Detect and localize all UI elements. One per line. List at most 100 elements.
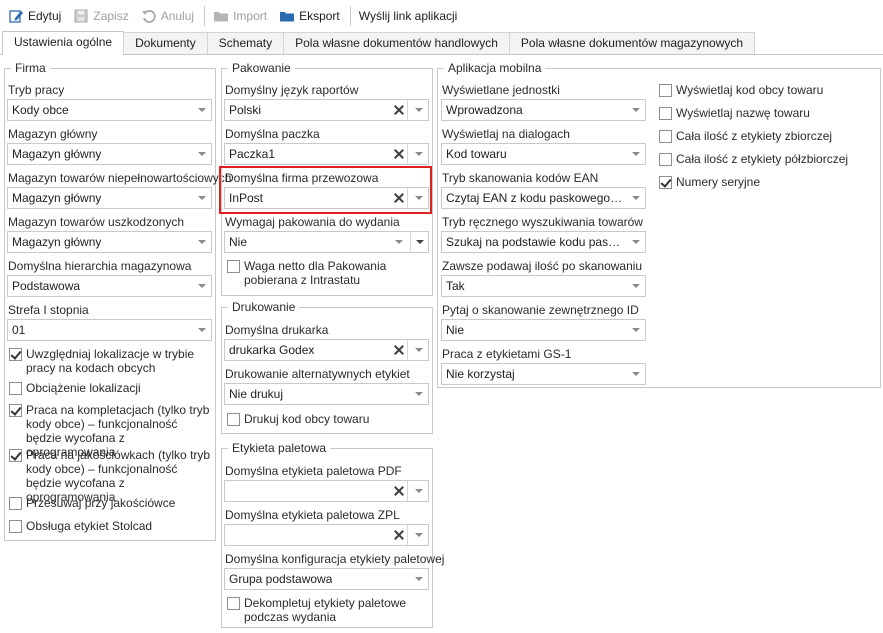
quantity-select[interactable]: Tak xyxy=(441,275,646,297)
chevron-down-icon[interactable] xyxy=(410,188,428,208)
ean-mode-select[interactable]: Czytaj EAN z kodu paskowego, kod... xyxy=(441,187,646,209)
send-link-button[interactable]: Wyślij link aplikacji xyxy=(357,4,462,28)
work-mode-select[interactable]: Kody obce xyxy=(7,99,212,121)
chevron-down-icon[interactable] xyxy=(193,320,211,340)
location-load-checkbox[interactable]: Obciążenie lokalizacji xyxy=(9,381,214,395)
checkbox-box[interactable] xyxy=(9,382,22,395)
chevron-down-icon[interactable] xyxy=(410,481,428,501)
save-icon xyxy=(73,8,89,24)
save-button[interactable]: Zapisz xyxy=(71,4,132,28)
chevron-down-icon[interactable] xyxy=(627,144,645,164)
chevron-down-icon[interactable] xyxy=(627,188,645,208)
semi-collective-label-checkbox[interactable]: Cała ilość z etykiety półzbiorczej xyxy=(659,152,877,166)
cancel-button[interactable]: Anuluj xyxy=(139,4,198,28)
pallet-zpl-select[interactable] xyxy=(224,524,429,546)
pallet-pdf-select[interactable] xyxy=(224,480,429,502)
net-weight-checkbox[interactable]: Waga netto dla Pakowania pobierana z Int… xyxy=(227,259,430,287)
collective-label-checkbox[interactable]: Cała ilość z etykiety zbiorczej xyxy=(659,129,877,143)
default-package-select[interactable]: Paczka1 xyxy=(224,143,429,165)
chevron-down-icon[interactable] xyxy=(193,276,211,296)
checkbox-box[interactable] xyxy=(9,348,22,361)
checkbox-box[interactable] xyxy=(659,176,672,189)
clear-icon[interactable] xyxy=(390,340,408,360)
chevron-down-icon[interactable] xyxy=(627,320,645,340)
chevron-down-icon[interactable] xyxy=(410,144,428,164)
toolbar-separator xyxy=(204,6,206,26)
checkbox-box[interactable] xyxy=(9,520,22,533)
units-select[interactable]: Wprowadzona xyxy=(441,99,646,121)
show-foreign-code-checkbox[interactable]: Wyświetlaj kod obcy towaru xyxy=(659,83,877,97)
substandard-warehouse-select[interactable]: Magazyn główny xyxy=(7,187,212,209)
checkbox-box[interactable] xyxy=(659,130,672,143)
chevron-down-icon[interactable] xyxy=(193,188,211,208)
checkbox-box[interactable] xyxy=(9,497,22,510)
checkbox-box[interactable] xyxy=(227,597,240,610)
chevron-down-icon[interactable] xyxy=(410,100,428,120)
checkbox-box[interactable] xyxy=(9,449,22,462)
checkbox-box[interactable] xyxy=(659,153,672,166)
chevron-down-icon[interactable] xyxy=(193,144,211,164)
export-button[interactable]: Eksport xyxy=(277,4,344,28)
chevron-down-icon[interactable] xyxy=(627,100,645,120)
chevron-down-icon[interactable] xyxy=(627,364,645,384)
export-label: Eksport xyxy=(299,9,340,23)
tab-custom-fields-trade[interactable]: Pola własne dokumentów handlowych xyxy=(283,32,510,54)
tab-custom-fields-warehouse[interactable]: Pola własne dokumentów magazynowych xyxy=(508,32,756,54)
chevron-down-icon[interactable] xyxy=(410,525,428,545)
report-language-label: Domyślny język raportów xyxy=(225,83,359,97)
toolbar-separator xyxy=(349,6,351,26)
show-product-name-checkbox[interactable]: Wyświetlaj nazwę towaru xyxy=(659,106,877,120)
serial-numbers-checkbox[interactable]: Numery seryjne xyxy=(659,175,877,189)
clear-icon[interactable] xyxy=(390,144,408,164)
chevron-down-icon[interactable] xyxy=(627,232,645,252)
chevron-down-icon[interactable] xyxy=(627,276,645,296)
chevron-down-icon[interactable] xyxy=(193,100,211,120)
dialogs-select[interactable]: Kod towaru xyxy=(441,143,646,165)
checkbox-box[interactable] xyxy=(659,107,672,120)
import-label: Import xyxy=(233,9,268,23)
report-language-select[interactable]: Polski xyxy=(224,99,429,121)
pallet-config-select[interactable]: Grupa podstawowa xyxy=(224,568,429,590)
print-foreign-code-checkbox[interactable]: Drukuj kod obcy towaru xyxy=(227,412,430,426)
tab-schemas[interactable]: Schematy xyxy=(206,32,285,54)
chevron-down-icon[interactable] xyxy=(410,232,428,252)
unbundle-pallet-checkbox[interactable]: Dekompletuj etykiety paletowe podczas wy… xyxy=(227,596,430,624)
zone-select[interactable]: 01 xyxy=(7,319,212,341)
pallet-zpl-label: Domyślna etykieta paletowa ZPL xyxy=(225,508,400,522)
edit-label: Edytuj xyxy=(28,9,62,23)
checkbox-box[interactable] xyxy=(227,260,240,273)
checkbox-box[interactable] xyxy=(227,413,240,426)
clear-icon[interactable] xyxy=(390,188,408,208)
tab-bar: Ustawienia ogólne Dokumenty Schematy Pol… xyxy=(0,31,883,55)
manual-search-select[interactable]: Szukaj na podstawie kodu paskowe... xyxy=(441,231,646,253)
tab-general-settings[interactable]: Ustawienia ogólne xyxy=(2,31,125,55)
gs1-select[interactable]: Nie korzystaj xyxy=(441,363,646,385)
main-warehouse-select[interactable]: Magazyn główny xyxy=(7,143,212,165)
chevron-down-icon[interactable] xyxy=(410,569,428,589)
require-packing-select[interactable]: Nie xyxy=(224,231,429,253)
carrier-select[interactable]: InPost xyxy=(224,187,429,209)
external-id-select[interactable]: Nie xyxy=(441,319,646,341)
locations-checkbox[interactable]: Uwzględniaj lokalizacje w trybie pracy n… xyxy=(9,347,214,375)
tab-documents[interactable]: Dokumenty xyxy=(123,32,208,54)
pallet-pdf-label: Domyślna etykieta paletowa PDF xyxy=(225,464,402,478)
import-button[interactable]: Import xyxy=(211,4,271,28)
chevron-down-icon[interactable] xyxy=(410,340,428,360)
stolcad-checkbox[interactable]: Obsługa etykiet Stolcad xyxy=(9,519,214,533)
clear-icon[interactable] xyxy=(390,525,408,545)
hierarchy-select[interactable]: Podstawowa xyxy=(7,275,212,297)
edit-button[interactable]: Edytuj xyxy=(6,4,65,28)
alt-labels-select[interactable]: Nie drukuj xyxy=(224,383,429,405)
clear-icon[interactable] xyxy=(390,481,408,501)
clear-icon[interactable] xyxy=(390,100,408,120)
checkbox-box[interactable] xyxy=(659,84,672,97)
folder-icon xyxy=(279,8,295,24)
move-quality-checkbox[interactable]: Przesuwaj przy jakościówce xyxy=(9,496,214,510)
checkbox-box[interactable] xyxy=(9,404,22,417)
dialogs-label: Wyświetlaj na dialogach xyxy=(442,127,570,141)
chevron-down-icon[interactable] xyxy=(193,232,211,252)
gs1-label: Praca z etykietami GS-1 xyxy=(442,347,572,361)
damaged-warehouse-select[interactable]: Magazyn główny xyxy=(7,231,212,253)
default-printer-select[interactable]: drukarka Godex xyxy=(224,339,429,361)
chevron-down-icon[interactable] xyxy=(410,384,428,404)
